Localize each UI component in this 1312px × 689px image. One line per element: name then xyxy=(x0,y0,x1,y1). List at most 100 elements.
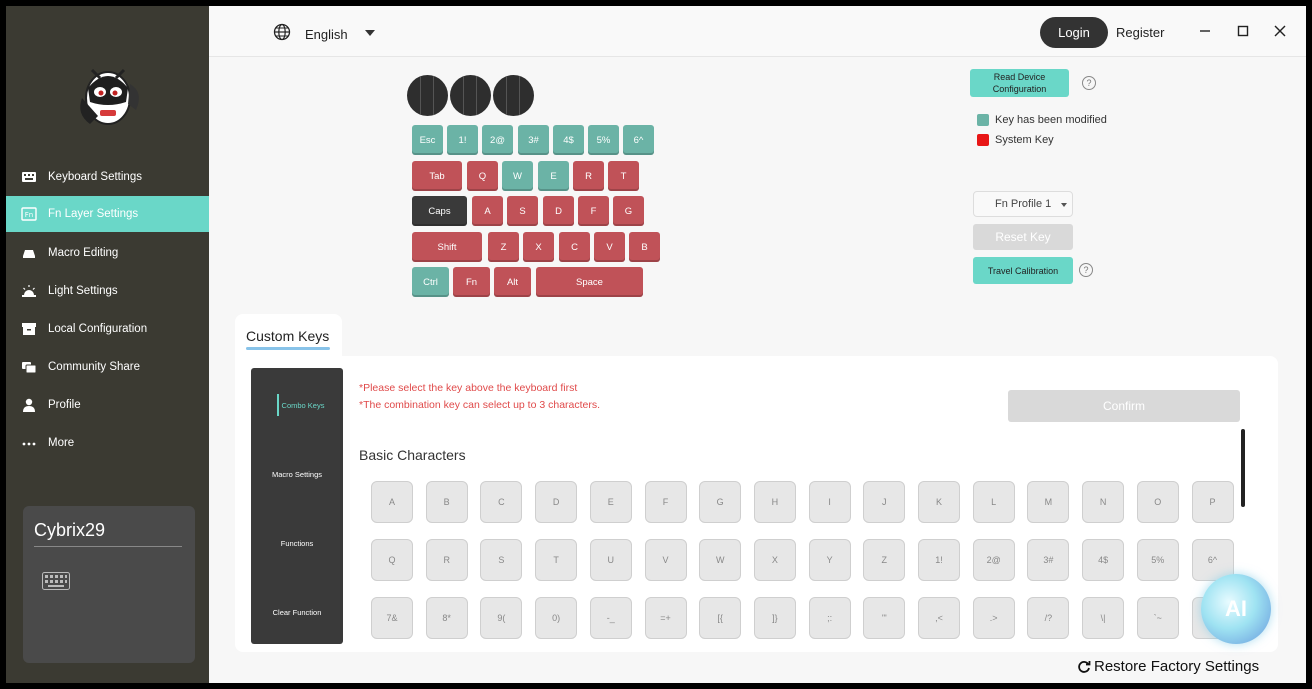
kb-key[interactable]: 5% xyxy=(588,125,619,155)
confirm-button[interactable]: Confirm xyxy=(1008,390,1240,422)
char-key[interactable]: '" xyxy=(863,597,906,639)
char-key[interactable]: H xyxy=(753,481,796,523)
maximize-icon[interactable] xyxy=(1235,23,1251,39)
char-key[interactable]: Z xyxy=(863,539,906,581)
sidebar-item-macro-editing[interactable]: Macro Editing xyxy=(6,235,209,271)
kb-key[interactable]: R xyxy=(573,161,604,191)
char-key[interactable]: N xyxy=(1082,481,1125,523)
fn-profile-select[interactable]: Fn Profile 1 xyxy=(973,191,1073,217)
menu-clear-function[interactable]: Clear Function xyxy=(251,608,343,617)
kb-key[interactable]: Space xyxy=(536,267,643,297)
char-key[interactable]: O xyxy=(1136,481,1179,523)
kb-key[interactable]: X xyxy=(523,232,554,262)
knob-3[interactable] xyxy=(493,75,534,116)
char-key[interactable]: S xyxy=(480,539,523,581)
travel-calibration-button[interactable]: Travel Calibration xyxy=(973,257,1073,284)
char-key[interactable]: U xyxy=(589,539,632,581)
sidebar-item-profile[interactable]: Profile xyxy=(6,387,209,423)
kb-key[interactable]: T xyxy=(608,161,639,191)
char-key[interactable]: R xyxy=(425,539,468,581)
kb-key[interactable]: E xyxy=(538,161,569,191)
char-key[interactable]: -_ xyxy=(589,597,632,639)
knob-2[interactable] xyxy=(450,75,491,116)
menu-functions[interactable]: Functions xyxy=(251,539,343,548)
kb-key[interactable]: Shift xyxy=(412,232,482,262)
reset-key-button[interactable]: Reset Key xyxy=(973,224,1073,250)
char-key[interactable]: 8* xyxy=(425,597,468,639)
kb-key[interactable]: A xyxy=(472,196,503,226)
kb-key[interactable]: W xyxy=(502,161,533,191)
sidebar-item-light-settings[interactable]: Light Settings xyxy=(6,273,209,309)
char-key[interactable]: J xyxy=(863,481,906,523)
sidebar-item-local-configuration[interactable]: Local Configuration xyxy=(6,311,209,347)
read-device-configuration-button[interactable]: Read Device Configuration xyxy=(970,69,1069,97)
kb-key[interactable]: D xyxy=(543,196,574,226)
kb-key[interactable]: Caps xyxy=(412,196,467,226)
kb-key[interactable]: V xyxy=(594,232,625,262)
kb-key[interactable]: Q xyxy=(467,161,498,191)
char-key[interactable]: Q xyxy=(371,539,413,581)
char-key[interactable]: L xyxy=(972,481,1015,523)
caret-down-icon[interactable] xyxy=(365,30,375,36)
char-key[interactable]: .> xyxy=(972,597,1015,639)
kb-key[interactable]: Tab xyxy=(412,161,462,191)
char-key[interactable]: 9( xyxy=(480,597,523,639)
char-key[interactable]: M xyxy=(1027,481,1070,523)
sidebar-item-community-share[interactable]: Community Share xyxy=(6,349,209,385)
kb-key[interactable]: F xyxy=(578,196,609,226)
kb-key[interactable]: B xyxy=(629,232,660,262)
kb-key[interactable]: Esc xyxy=(412,125,443,155)
char-key[interactable]: V xyxy=(644,539,687,581)
char-key[interactable]: A xyxy=(371,481,413,523)
char-key[interactable]: ;: xyxy=(808,597,851,639)
char-key[interactable]: =+ xyxy=(644,597,687,639)
sidebar-item-more[interactable]: More xyxy=(6,425,209,461)
char-key[interactable]: D xyxy=(535,481,578,523)
kb-key[interactable]: G xyxy=(613,196,644,226)
char-key[interactable]: P xyxy=(1191,481,1234,523)
char-key[interactable]: E xyxy=(589,481,632,523)
kb-key[interactable]: 1! xyxy=(447,125,478,155)
kb-key[interactable]: Fn xyxy=(453,267,490,297)
char-key[interactable]: \| xyxy=(1082,597,1125,639)
close-icon[interactable] xyxy=(1272,23,1288,39)
help-icon[interactable]: ? xyxy=(1082,76,1096,90)
minimize-icon[interactable] xyxy=(1197,23,1213,39)
kb-key[interactable]: Z xyxy=(488,232,519,262)
char-key[interactable]: `~ xyxy=(1136,597,1179,639)
char-key[interactable]: ]} xyxy=(753,597,796,639)
kb-key[interactable]: Ctrl xyxy=(412,267,449,297)
char-key[interactable]: [{ xyxy=(699,597,742,639)
char-key[interactable]: 5% xyxy=(1136,539,1179,581)
char-key[interactable]: G xyxy=(699,481,742,523)
sidebar-item-keyboard-settings[interactable]: Keyboard Settings xyxy=(6,159,209,195)
char-key[interactable]: 4$ xyxy=(1082,539,1125,581)
char-key[interactable]: B xyxy=(425,481,468,523)
restore-factory-settings-button[interactable]: Restore Factory Settings xyxy=(1077,658,1259,675)
globe-icon[interactable] xyxy=(273,23,291,41)
register-button[interactable]: Register xyxy=(1116,25,1164,40)
kb-key[interactable]: C xyxy=(559,232,590,262)
knob-1[interactable] xyxy=(407,75,448,116)
char-key[interactable]: 0) xyxy=(535,597,578,639)
char-key[interactable]: C xyxy=(480,481,523,523)
sidebar-item-fn-layer-settings[interactable]: Fn Fn Layer Settings xyxy=(6,196,209,232)
kb-key[interactable]: Alt xyxy=(494,267,531,297)
kb-key[interactable]: 6^ xyxy=(623,125,654,155)
char-key[interactable]: K xyxy=(918,481,960,523)
help-icon[interactable]: ? xyxy=(1079,263,1093,277)
menu-combo-keys[interactable]: Combo Keys xyxy=(257,401,349,410)
char-key[interactable]: F xyxy=(644,481,687,523)
kb-key[interactable]: 3# xyxy=(518,125,549,155)
menu-macro-settings[interactable]: Macro Settings xyxy=(251,470,343,479)
char-key[interactable]: Y xyxy=(808,539,851,581)
char-key[interactable]: T xyxy=(535,539,578,581)
tab-custom-keys[interactable]: Custom Keys xyxy=(235,314,342,356)
ai-assistant-button[interactable]: AI xyxy=(1201,574,1271,644)
char-key[interactable]: W xyxy=(699,539,742,581)
char-key[interactable]: /? xyxy=(1027,597,1070,639)
kb-key[interactable]: S xyxy=(507,196,538,226)
char-key[interactable]: I xyxy=(808,481,851,523)
device-card[interactable]: Cybrix29 xyxy=(23,506,195,663)
char-key[interactable]: 1! xyxy=(918,539,960,581)
